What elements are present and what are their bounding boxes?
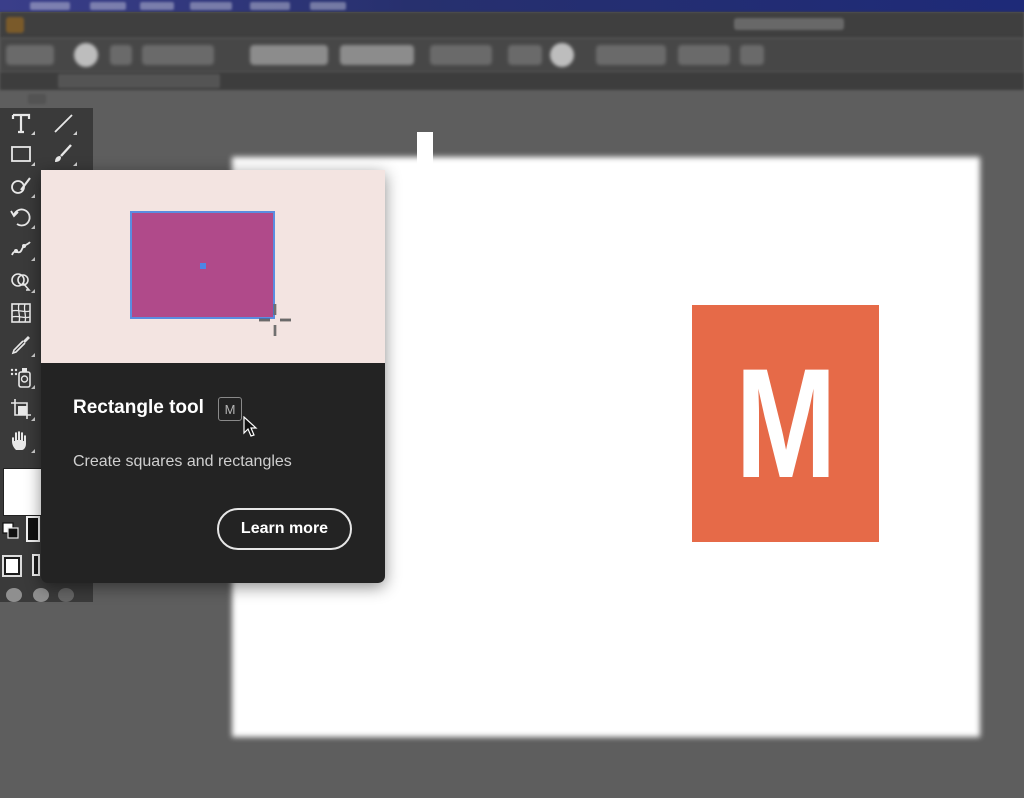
panel-grip-icon[interactable] (28, 94, 46, 104)
arrange-button[interactable] (740, 45, 764, 65)
os-menu-item[interactable] (250, 2, 290, 10)
style-swatch[interactable] (550, 43, 574, 67)
paintbrush-icon (55, 144, 72, 162)
tooltip-preview (41, 170, 385, 363)
rotate-tool[interactable] (6, 202, 36, 232)
window-title (734, 18, 844, 30)
os-menu-item[interactable] (140, 2, 174, 10)
puppet-warp-icon (11, 241, 31, 256)
draw-normal-icon[interactable] (6, 588, 22, 602)
os-menu-bar (0, 0, 1024, 12)
control-bar (0, 38, 1024, 72)
symbol-sprayer-icon (10, 368, 31, 388)
artboard-icon (11, 399, 31, 419)
app-title-bar (0, 12, 1024, 38)
opacity-control[interactable] (430, 45, 492, 65)
fill-mode-button[interactable] (4, 557, 20, 575)
stroke-mode-button[interactable] (32, 554, 40, 576)
tooltip-title: Rectangle tool (73, 397, 204, 418)
os-menu-item[interactable] (90, 2, 126, 10)
shortcut-key-badge: M (218, 397, 242, 421)
preferences-button[interactable] (678, 45, 730, 65)
artboard-edge (385, 170, 418, 602)
type-tool[interactable] (6, 108, 36, 138)
mouse-pointer-icon (243, 416, 258, 437)
variable-width-dropdown[interactable] (250, 45, 328, 65)
stroke-weight-dropdown[interactable] (142, 45, 214, 65)
rectangle-tool[interactable] (6, 139, 36, 169)
mesh-tool[interactable] (6, 298, 36, 328)
crosshair-icon (259, 304, 291, 336)
puppet-warp-tool[interactable] (6, 234, 36, 264)
shape-builder-tool[interactable] (6, 266, 36, 296)
fill-control-swatch[interactable] (74, 43, 98, 67)
symbol-sprayer-tool[interactable] (6, 362, 36, 392)
type-icon (11, 113, 31, 134)
preview-rectangle (130, 211, 275, 319)
hand-tool[interactable] (6, 426, 36, 456)
tooltip-description: Create squares and rectangles (73, 453, 292, 470)
fill-color-swatch[interactable] (3, 468, 43, 516)
rectangle-tool-tooltip: Rectangle tool M Create squares and rect… (41, 170, 385, 583)
center-point-icon (200, 263, 206, 269)
os-menu-item[interactable] (190, 2, 232, 10)
document-tab[interactable] (58, 74, 220, 88)
document-setup-button[interactable] (596, 45, 666, 65)
style-control[interactable] (508, 45, 542, 65)
logo-artwork[interactable]: M (692, 305, 879, 542)
document-tab-bar (0, 72, 1024, 90)
app-logo-icon (6, 17, 24, 33)
shaper-icon (11, 177, 31, 194)
line-segment-tool[interactable] (48, 108, 78, 138)
paintbrush-tool[interactable] (48, 139, 78, 169)
os-menu-item[interactable] (30, 2, 70, 10)
artboard-edge (417, 132, 433, 602)
learn-more-button[interactable]: Learn more (217, 508, 352, 550)
control-selection-label (6, 45, 54, 65)
logo-letter: M (734, 336, 837, 511)
artboard-tool[interactable] (6, 394, 36, 424)
hand-icon (12, 431, 26, 450)
line-icon (54, 114, 73, 133)
draw-inside-icon[interactable] (58, 588, 74, 602)
stroke-color-swatch[interactable] (26, 516, 40, 542)
rectangle-icon (11, 146, 31, 162)
os-menu-item[interactable] (310, 2, 346, 10)
eyedropper-icon (11, 336, 30, 355)
stroke-control-swatch[interactable] (110, 45, 132, 65)
brush-dropdown[interactable] (340, 45, 414, 65)
draw-behind-icon[interactable] (33, 588, 49, 602)
eyedropper-tool[interactable] (6, 330, 36, 360)
rotate-icon (10, 208, 31, 227)
shape-builder-icon (11, 273, 31, 291)
default-colors-icon[interactable] (2, 522, 20, 540)
mesh-icon (11, 303, 31, 323)
shaper-tool[interactable] (6, 171, 36, 201)
